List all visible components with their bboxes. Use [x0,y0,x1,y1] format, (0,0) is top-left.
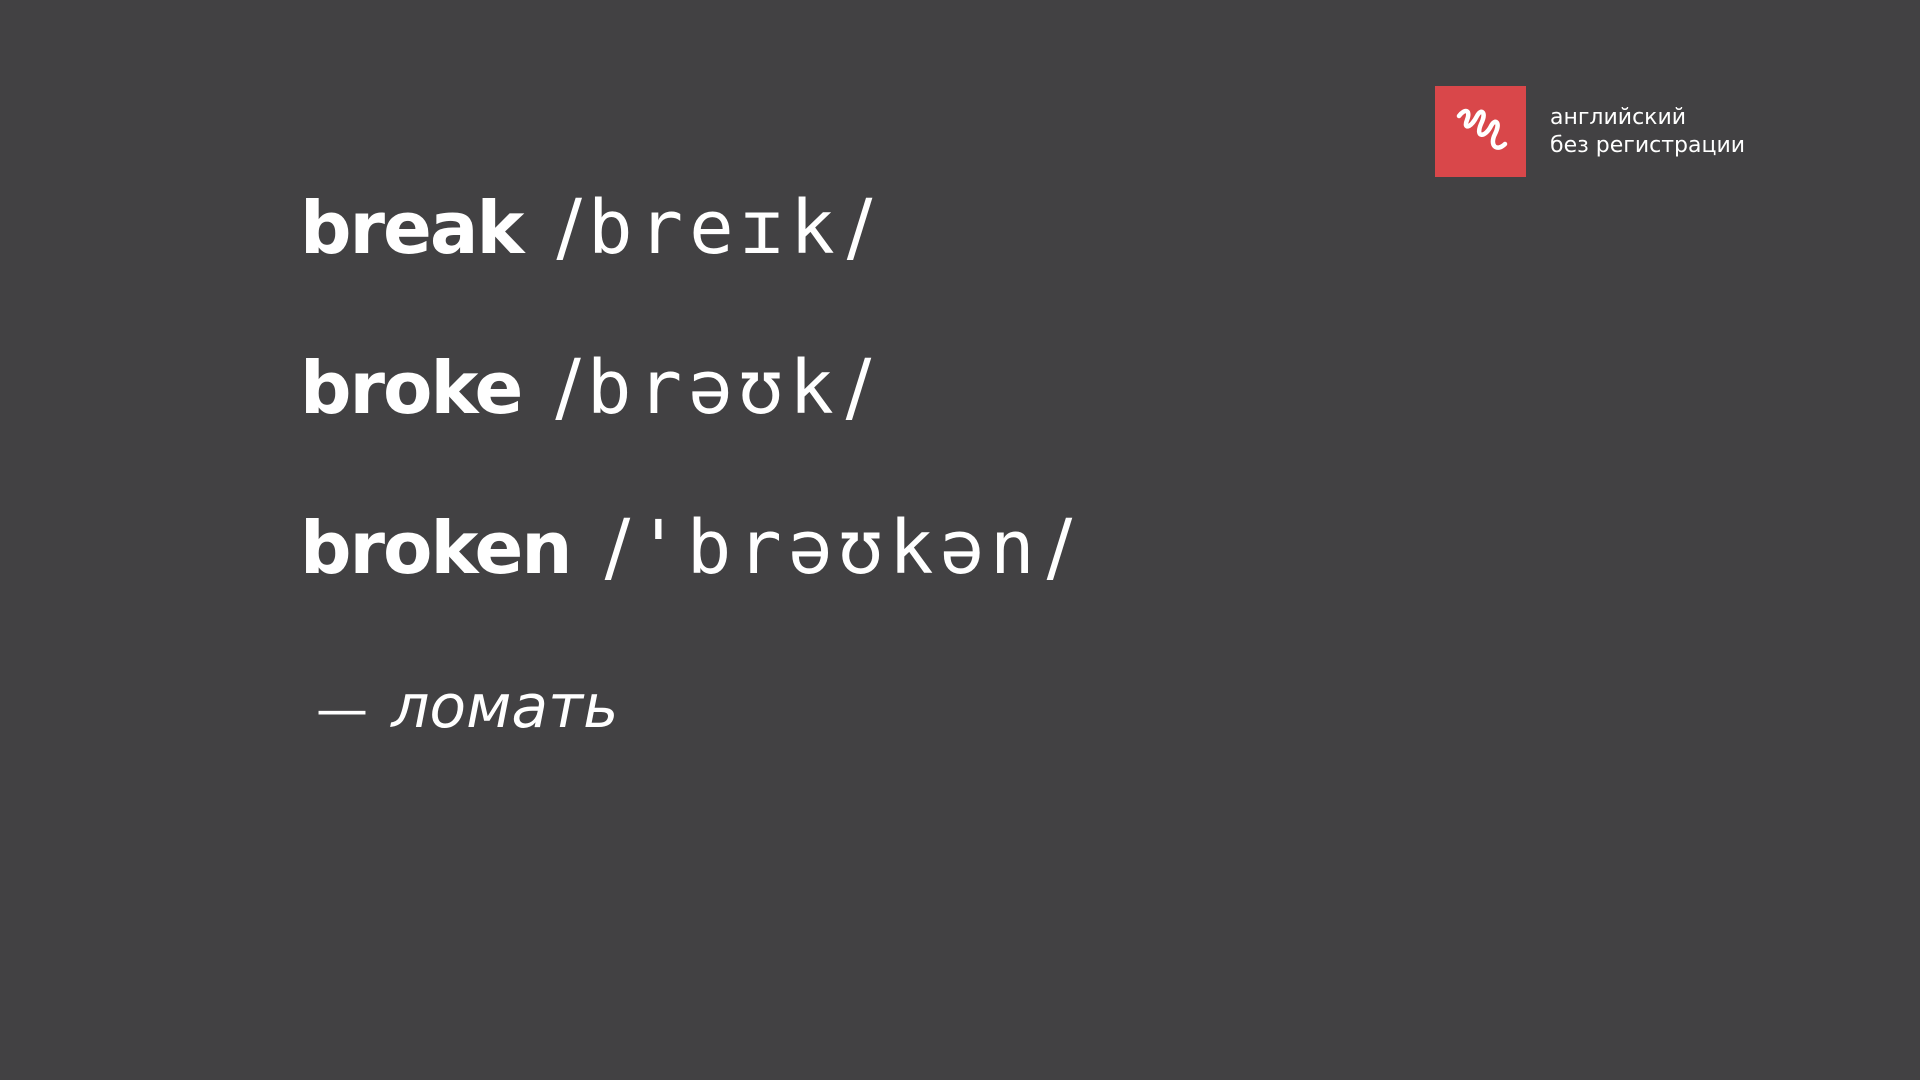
translation: — ломать [316,672,618,742]
transcription-text: 'brəʊkən [636,505,1041,591]
verb-form-word: broke [300,346,523,430]
transcription-text: brəʊk [586,345,840,431]
transcription-close-slash: / [845,342,872,431]
verb-form-row-past: broke / brəʊk / [300,342,877,432]
transcription-close-slash: / [846,182,873,271]
transcription-close-slash: / [1046,502,1073,591]
transcription-text: breɪk [587,185,841,271]
verb-form-row-participle: broken / 'brəʊkən / [300,502,1078,592]
brand-line-1: английский [1550,104,1687,130]
transcription-open-slash: / [556,182,582,271]
brand-logo: английский без регистрации [1435,86,1745,177]
verb-form-row-base: break / breɪk / [300,182,878,272]
translation-text: ломать [391,672,619,742]
squiggle-logo-icon [1435,86,1526,177]
verb-form-word: broken [300,506,573,590]
brand-name: английский без регистрации [1550,104,1745,160]
transcription-open-slash: / [604,502,631,591]
transcription-open-slash: / [555,342,581,431]
verb-form-word: break [300,186,524,270]
translation-dash: — [316,680,368,740]
brand-line-2: без регистрации [1550,132,1746,158]
